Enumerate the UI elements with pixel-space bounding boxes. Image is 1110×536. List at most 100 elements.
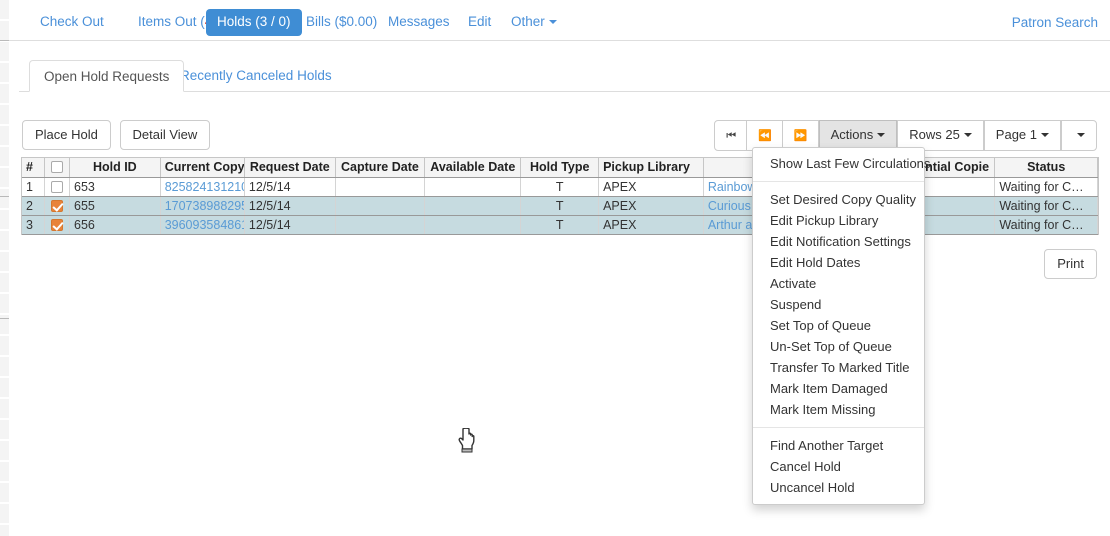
- menu-item-edit-pickup-library[interactable]: Edit Pickup Library: [753, 210, 924, 231]
- tab-bills[interactable]: Bills ($0.00): [295, 9, 388, 36]
- tab-items-out-label: Items Out (: [138, 14, 205, 29]
- cell-select[interactable]: [45, 215, 70, 234]
- cell-request-date: 12/5/14: [244, 215, 335, 234]
- cell-capture-date: [335, 177, 425, 196]
- chevron-down-icon: [1077, 133, 1085, 137]
- tab-other[interactable]: Other: [500, 9, 568, 36]
- cell-hold-id: 656: [70, 215, 161, 234]
- grid-options-button[interactable]: [1061, 120, 1097, 151]
- cell-number: 3: [22, 215, 45, 234]
- col-header-request-date[interactable]: Request Date: [244, 158, 335, 177]
- subtab-recently-canceled-holds[interactable]: Recently Canceled Holds: [166, 60, 346, 92]
- page-selector-label: Page 1: [996, 127, 1037, 142]
- tab-messages-label: Messages: [388, 14, 450, 29]
- next-page-icon: ⏩: [794, 130, 807, 142]
- first-page-button[interactable]: ⏮: [714, 120, 747, 151]
- cell-available-date: [425, 196, 521, 215]
- cell-hold-id: 653: [70, 177, 161, 196]
- row-checkbox[interactable]: [51, 219, 63, 231]
- subtab-open-hold-requests-label: Open Hold Requests: [44, 69, 169, 84]
- cell-number: 1: [22, 177, 45, 196]
- col-header-hold-type[interactable]: Hold Type: [521, 158, 599, 177]
- table-row[interactable]: 3 656 396093584861 12/5/14 T APEX Arthur…: [22, 215, 1098, 234]
- place-hold-button[interactable]: Place Hold: [22, 120, 111, 150]
- menu-item-find-another-target[interactable]: Find Another Target: [753, 435, 924, 456]
- chevron-down-icon: [964, 133, 972, 137]
- cell-status: Waiting for C…: [995, 215, 1098, 234]
- menu-item-transfer-to-marked-title[interactable]: Transfer To Marked Title: [753, 357, 924, 378]
- cell-select[interactable]: [45, 196, 70, 215]
- cell-select[interactable]: [45, 177, 70, 196]
- cell-current-copy[interactable]: 170738988295: [160, 196, 244, 215]
- cell-capture-date: [335, 215, 425, 234]
- tab-holds[interactable]: Holds (3 / 0): [206, 9, 302, 36]
- menu-divider: [753, 427, 924, 428]
- tab-holds-label: Holds (3 / 0): [217, 14, 291, 29]
- col-header-current-copy[interactable]: Current Copy: [160, 158, 244, 177]
- table-row[interactable]: 2 655 170738988295 12/5/14 T APEX Curiou…: [22, 196, 1098, 215]
- cell-number: 2: [22, 196, 45, 215]
- col-header-hold-id[interactable]: Hold ID: [70, 158, 161, 177]
- current-copy-link[interactable]: 825824131210: [165, 180, 245, 194]
- col-header-available-date[interactable]: Available Date: [425, 158, 521, 177]
- cell-request-date: 12/5/14: [244, 177, 335, 196]
- menu-item-show-last-few-circulations[interactable]: Show Last Few Circulations: [753, 153, 924, 174]
- cell-pickup-library: APEX: [599, 196, 704, 215]
- cell-status: Waiting for C…: [995, 196, 1098, 215]
- menu-item-activate[interactable]: Activate: [753, 273, 924, 294]
- menu-item-set-desired-copy-quality[interactable]: Set Desired Copy Quality: [753, 189, 924, 210]
- cell-hold-type: T: [521, 215, 599, 234]
- cell-current-copy[interactable]: 396093584861: [160, 215, 244, 234]
- edge-divider: [0, 40, 9, 41]
- col-header-pickup-library[interactable]: Pickup Library: [599, 158, 704, 177]
- actions-menu-label: Actions: [831, 127, 874, 142]
- col-header-capture-date[interactable]: Capture Date: [335, 158, 425, 177]
- select-all-checkbox[interactable]: [51, 161, 63, 173]
- col-header-select-all[interactable]: [45, 158, 70, 177]
- row-checkbox[interactable]: [51, 200, 63, 212]
- subtab-recently-canceled-holds-label: Recently Canceled Holds: [180, 68, 332, 83]
- menu-item-un-set-top-of-queue[interactable]: Un-Set Top of Queue: [753, 336, 924, 357]
- cell-pickup-library: APEX: [599, 177, 704, 196]
- page-edge-strip: [0, 0, 9, 536]
- table-header-row: # Hold ID Current Copy Request Date Capt…: [22, 158, 1098, 177]
- chevron-down-icon: [877, 133, 885, 137]
- first-page-icon: ⏮: [726, 130, 735, 142]
- previous-page-icon: ⏪: [758, 130, 771, 142]
- tab-messages[interactable]: Messages: [377, 9, 461, 36]
- cell-capture-date: [335, 196, 425, 215]
- menu-item-mark-item-missing[interactable]: Mark Item Missing: [753, 399, 924, 420]
- cell-pickup-library: APEX: [599, 215, 704, 234]
- mouse-cursor-pointer: [458, 428, 480, 454]
- menu-item-set-top-of-queue[interactable]: Set Top of Queue: [753, 315, 924, 336]
- menu-item-uncancel-hold[interactable]: Uncancel Hold: [753, 477, 924, 498]
- cell-hold-type: T: [521, 177, 599, 196]
- menu-item-edit-notification-settings[interactable]: Edit Notification Settings: [753, 231, 924, 252]
- menu-item-cancel-hold[interactable]: Cancel Hold: [753, 456, 924, 477]
- cell-hold-id: 655: [70, 196, 161, 215]
- col-header-number[interactable]: #: [22, 158, 45, 177]
- menu-item-suspend[interactable]: Suspend: [753, 294, 924, 315]
- chevron-down-icon: [1041, 133, 1049, 137]
- menu-divider: [753, 181, 924, 182]
- detail-view-button[interactable]: Detail View: [120, 120, 211, 150]
- print-button[interactable]: Print: [1044, 249, 1097, 279]
- patron-tab-bar: Check Out Items Out (4) Holds (3 / 0) Bi…: [9, 0, 1110, 41]
- current-copy-link[interactable]: 170738988295: [165, 199, 245, 213]
- table-row[interactable]: 1 653 825824131210 12/5/14 T APEX Rainbo…: [22, 177, 1098, 196]
- row-checkbox[interactable]: [51, 181, 63, 193]
- cell-available-date: [425, 177, 521, 196]
- menu-item-mark-item-damaged[interactable]: Mark Item Damaged: [753, 378, 924, 399]
- cell-current-copy[interactable]: 825824131210: [160, 177, 244, 196]
- grid-left-button-group: Place Hold Detail View: [22, 120, 210, 150]
- tab-edit[interactable]: Edit: [457, 9, 502, 36]
- page-selector-button[interactable]: Page 1: [984, 120, 1061, 151]
- menu-item-edit-hold-dates[interactable]: Edit Hold Dates: [753, 252, 924, 273]
- tab-check-out[interactable]: Check Out: [29, 9, 115, 36]
- subtab-open-hold-requests[interactable]: Open Hold Requests: [29, 60, 184, 92]
- current-copy-link[interactable]: 396093584861: [165, 218, 245, 232]
- holds-subtab-bar: Open Hold Requests Recently Canceled Hol…: [9, 60, 1110, 92]
- col-header-status[interactable]: Status: [995, 158, 1098, 177]
- rows-per-page-label: Rows 25: [909, 127, 960, 142]
- patron-search-link[interactable]: Patron Search: [1012, 15, 1098, 30]
